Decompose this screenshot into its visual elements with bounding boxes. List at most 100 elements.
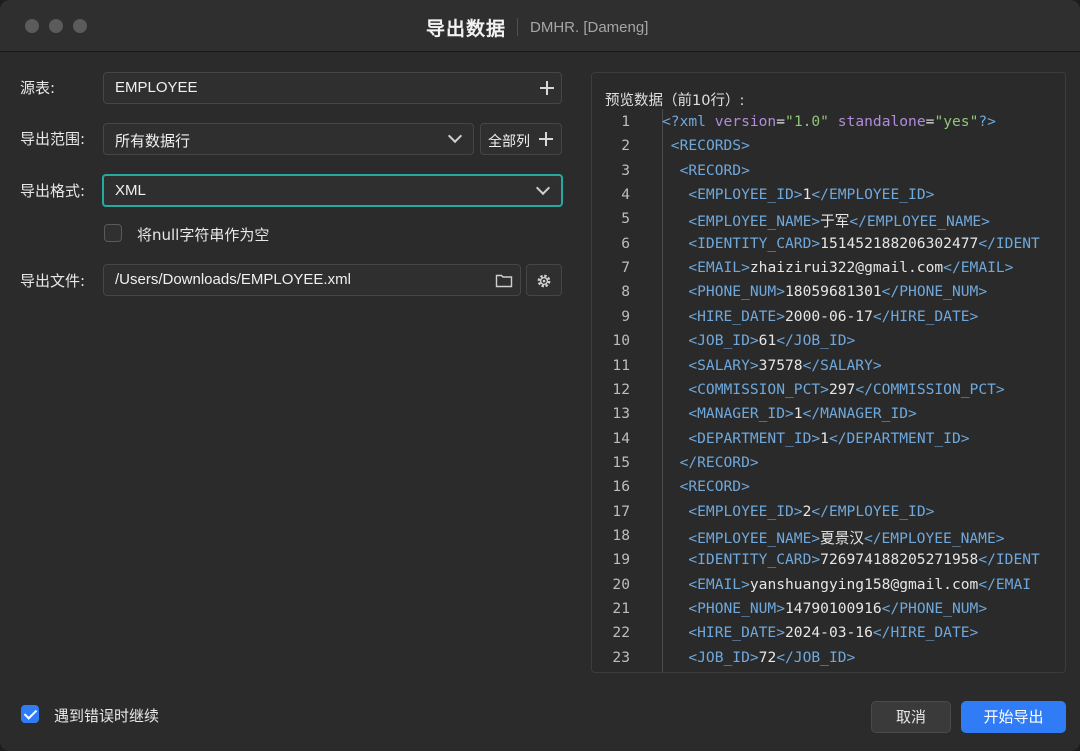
code-line: 4 <EMPLOYEE_ID>1</EMPLOYEE_ID> [592,186,1065,210]
null-as-empty-checkbox[interactable] [104,224,122,242]
code-text: <COMMISSION_PCT>297</COMMISSION_PCT> [688,380,1005,398]
source-table-field[interactable]: EMPLOYEE [103,72,562,104]
code-line: 11 <SALARY>37578</SALARY> [592,356,1065,381]
code-line: 20 <EMAIL>yanshuangying158@gmail.com</EM… [592,575,1065,600]
code-text: <?xml version="1.0" standalone="yes"?> [662,113,996,130]
line-number: 22 [612,624,630,642]
line-number: 9 [621,307,630,325]
code-text: <EMPLOYEE_ID>2</EMPLOYEE_ID> [688,502,935,520]
folder-icon[interactable] [495,272,513,288]
line-number: 15 [612,453,630,471]
export-data-dialog: 导出数据 DMHR. [Dameng] 源表: EMPLOYEE 导出范围: 所… [0,0,1080,751]
export-range-value: 所有数据行 [115,132,191,150]
minimize-window-button[interactable] [49,19,63,33]
code-text: <RECORD> [679,478,750,496]
code-line: 19 <IDENTITY_CARD>726974188205271958</ID… [592,551,1065,575]
all-columns-label: 全部列 [488,134,530,150]
code-line: 23 <JOB_ID>72</JOB_ID> [592,648,1065,672]
code-text: <RECORD> [679,161,750,179]
code-line: 3 <RECORD> [592,161,1065,186]
code-text: <PHONE_NUM>14790100916</PHONE_NUM> [688,600,988,617]
code-line: 15 </RECORD> [592,453,1065,478]
line-number: 8 [621,283,630,301]
line-number: 12 [612,380,630,398]
chevron-down-icon [447,128,463,144]
code-text: <JOB_ID>72</JOB_ID> [688,648,856,666]
export-file-field[interactable]: /Users/Downloads/EMPLOYEE.xml [103,264,521,296]
plus-icon [539,132,553,146]
code-line: 8 <PHONE_NUM>18059681301</PHONE_NUM> [592,283,1065,307]
code-line: 6 <IDENTITY_CARD>151452188206302477</IDE… [592,234,1065,259]
code-line: 22 <HIRE_DATE>2024-03-16</HIRE_DATE> [592,624,1065,648]
connection-subtitle: DMHR. [Dameng] [530,19,649,36]
code-text: </RECORD> [679,453,759,471]
line-number: 16 [612,478,630,496]
code-line: 12 <COMMISSION_PCT>297</COMMISSION_PCT> [592,380,1065,405]
code-line: 16 <RECORD> [592,478,1065,502]
code-line: 14 <DEPARTMENT_ID>1</DEPARTMENT_ID> [592,429,1065,454]
line-number: 13 [612,405,630,423]
code-text: <HIRE_DATE>2024-03-16</HIRE_DATE> [688,624,979,642]
line-number: 3 [621,161,630,179]
line-number: 14 [612,429,630,447]
code-text: <IDENTITY_CARD>151452188206302477</IDENT [688,234,1040,252]
code-line: 21 <PHONE_NUM>14790100916</PHONE_NUM> [592,600,1065,624]
code-text: <PHONE_NUM>18059681301</PHONE_NUM> [688,283,988,301]
code-text: <EMPLOYEE_ID>1</EMPLOYEE_ID> [688,186,935,204]
code-line: 7 <EMAIL>zhaizirui322@gmail.com</EMAIL> [592,259,1065,283]
export-file-value: /Users/Downloads/EMPLOYEE.xml [115,271,351,288]
export-format-label: 导出格式: [20,182,86,200]
line-number: 23 [612,648,630,666]
line-number: 7 [621,259,630,277]
code-text: <EMPLOYEE_NAME>夏景汉</EMPLOYEE_NAME> [688,529,1005,547]
preview-panel: 预览数据（前10行）: 1 <?xml version="1.0" standal… [591,72,1066,673]
line-number: 6 [621,234,630,252]
code-text: <MANAGER_ID>1</MANAGER_ID> [688,405,917,423]
export-file-label: 导出文件: [20,272,86,290]
start-export-button[interactable]: 开始导出 [961,701,1066,733]
export-format-value: XML [115,182,146,199]
code-text: <SALARY>37578</SALARY> [688,356,882,374]
line-number: 2 [621,137,630,155]
add-source-icon[interactable] [540,81,554,95]
line-number: 5 [621,210,630,228]
export-range-label: 导出范围: [20,130,86,148]
xml-preview-code[interactable]: 1 <?xml version="1.0" standalone="yes"?> 2… [592,113,1065,672]
code-line: 10 <JOB_ID>61</JOB_ID> [592,332,1065,356]
continue-on-error-label: 遇到错误时继续 [54,707,160,725]
source-label: 源表: [20,79,56,97]
title-divider [517,18,518,36]
chevron-down-icon [535,180,551,196]
code-line: 13 <MANAGER_ID>1</MANAGER_ID> [592,405,1065,429]
line-number: 4 [621,186,630,204]
code-line: 17 <EMPLOYEE_ID>2</EMPLOYEE_ID> [592,502,1065,527]
line-number: 17 [612,502,630,520]
line-number: 10 [612,332,630,350]
preview-title: 预览数据（前10行）: [605,93,745,109]
close-window-button[interactable] [25,19,39,33]
line-number: 20 [612,575,630,593]
all-columns-button[interactable]: 全部列 [480,123,562,155]
code-line: 1 <?xml version="1.0" standalone="yes"?> [592,113,1065,137]
code-text: <IDENTITY_CARD>726974188205271958</IDENT [688,551,1040,569]
code-line: 5 <EMPLOYEE_NAME>于军</EMPLOYEE_NAME> [592,210,1065,234]
code-text: <EMAIL>zhaizirui322@gmail.com</EMAIL> [688,259,1014,277]
line-number: 1 [621,113,630,130]
source-table-value: EMPLOYEE [115,79,198,96]
gear-icon [537,274,551,288]
code-text: <EMPLOYEE_NAME>于军</EMPLOYEE_NAME> [688,213,990,231]
null-as-empty-label: 将null字符串作为空 [137,226,270,244]
code-text: <DEPARTMENT_ID>1</DEPARTMENT_ID> [688,429,970,447]
title-bar: 导出数据 DMHR. [Dameng] [0,0,1080,52]
zoom-window-button[interactable] [73,19,87,33]
code-text: <EMAIL>yanshuangying158@gmail.com</EMAI [688,575,1032,593]
cancel-button[interactable]: 取消 [871,701,951,733]
export-format-select[interactable]: XML [102,174,563,207]
continue-on-error-checkbox[interactable] [21,705,39,723]
code-text: <HIRE_DATE>2000-06-17</HIRE_DATE> [688,307,979,325]
line-number: 19 [612,551,630,569]
code-line: 2 <RECORDS> [592,137,1065,161]
line-number: 11 [612,356,630,374]
file-settings-button[interactable] [526,264,562,296]
export-range-select[interactable]: 所有数据行 [103,123,474,155]
